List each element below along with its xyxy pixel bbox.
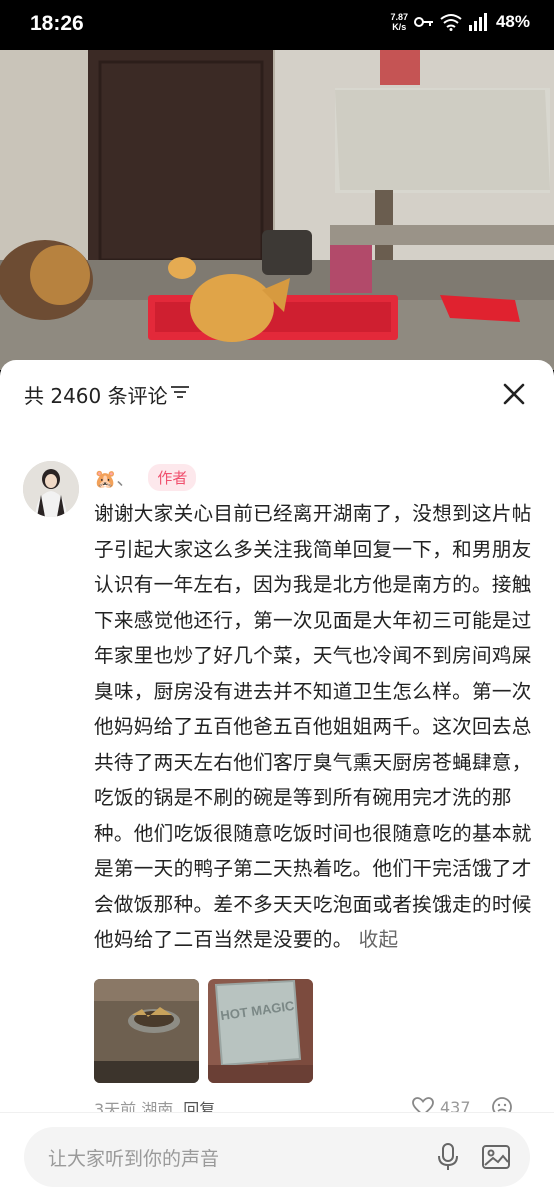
- comment-count: 共 2460 条评论: [24, 384, 168, 408]
- mic-icon[interactable]: [432, 1141, 464, 1173]
- comment-text: 谢谢大家关心目前已经离开湖南了，没想到这片帖子引起大家这么多关注我简单回复一下，…: [94, 496, 532, 958]
- author-badge: 作者: [148, 464, 197, 491]
- comments-header: 共 2460 条评论: [0, 360, 554, 426]
- comment-input[interactable]: 让大家听到你的声音: [24, 1127, 530, 1187]
- comments-sheet: 共 2460 条评论 🐹、 作者 谢谢大家关心目前已经离开湖南了，没想到这片帖子…: [0, 360, 554, 1200]
- comment-image-1[interactable]: [94, 979, 199, 1083]
- avatar[interactable]: [23, 461, 79, 517]
- username[interactable]: 🐹、: [94, 465, 134, 491]
- video-frame-image: [0, 50, 554, 370]
- wifi-icon: [440, 14, 462, 31]
- status-bar: 18:26 7.87 K/s 48%: [0, 0, 554, 50]
- status-icons: 7.87 K/s 48%: [390, 12, 530, 32]
- signal-icon: [468, 13, 487, 31]
- avatar-image: [23, 461, 79, 517]
- key-icon: [413, 17, 433, 27]
- net-speed: 7.87 K/s: [390, 12, 408, 32]
- comment-input-placeholder: 让大家听到你的声音: [48, 1148, 220, 1170]
- image-icon[interactable]: [480, 1141, 512, 1173]
- filter-icon[interactable]: [170, 384, 190, 400]
- status-time: 18:26: [30, 12, 84, 35]
- comment-input-bar: 让大家听到你的声音: [0, 1112, 554, 1200]
- comment-image-2[interactable]: HOT MAGIC: [208, 979, 313, 1083]
- close-icon[interactable]: [496, 376, 532, 412]
- comment-author-row: 🐹、 作者: [94, 464, 197, 491]
- collapse-link[interactable]: 收起: [359, 928, 399, 951]
- battery-level: 48%: [495, 12, 530, 31]
- video-player[interactable]: [0, 50, 554, 370]
- comment-body: 谢谢大家关心目前已经离开湖南了，没想到这片帖子引起大家这么多关注我简单回复一下，…: [94, 502, 532, 951]
